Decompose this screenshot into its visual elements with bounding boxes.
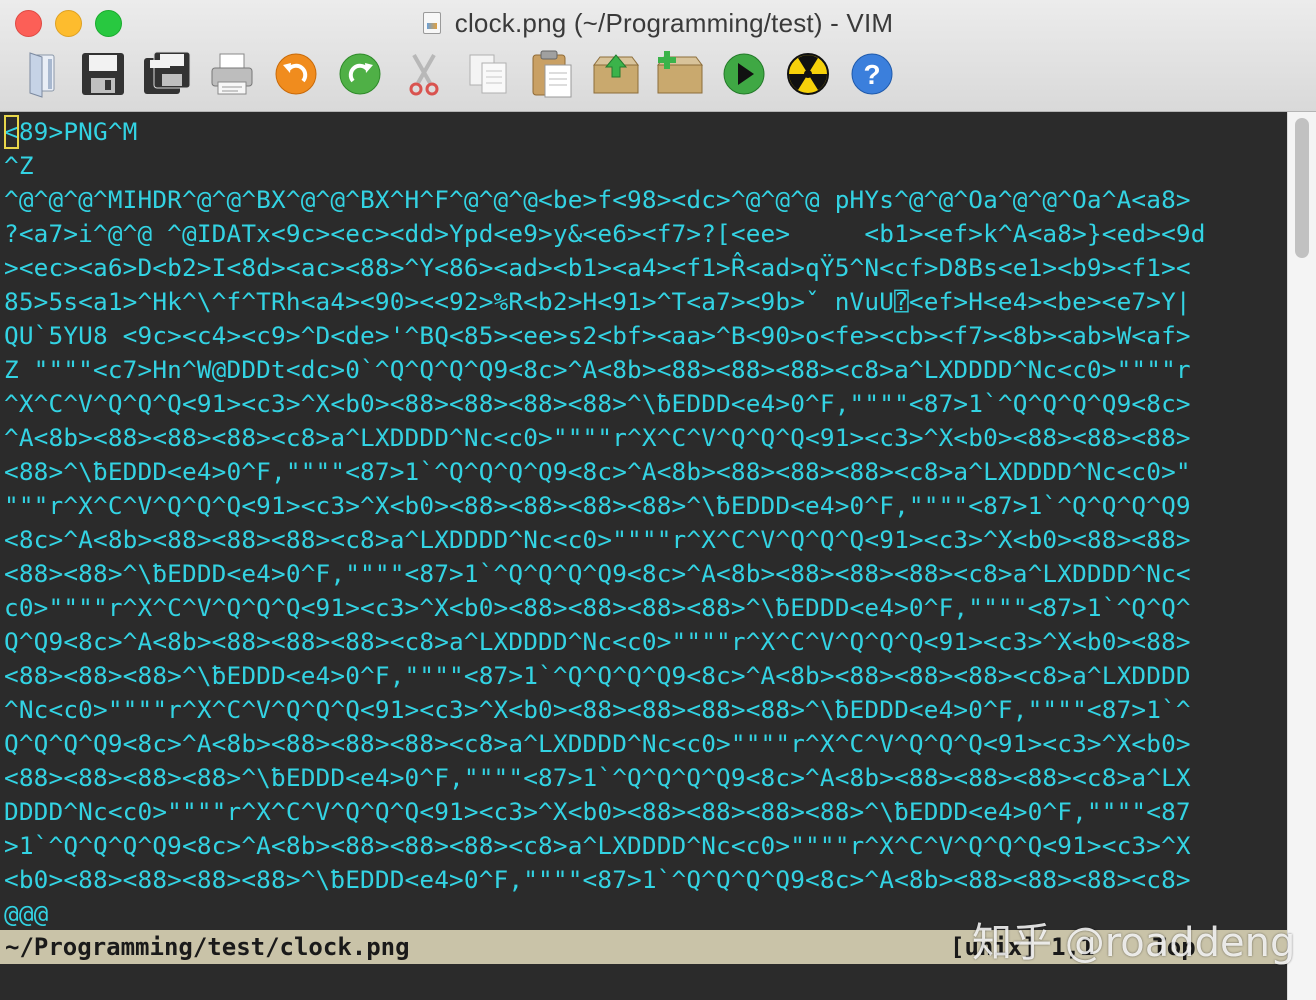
buffer-line: c0>""""r^X^C^V^Q^Q^Q<91><c3>^X<b0><88><8… [4,593,1191,622]
cut-icon [409,54,439,96]
redo-icon [339,53,381,95]
document-proxy-icon[interactable] [422,12,441,34]
buffer-lines: <89>PNG^M ^Z ^@^@^@^MIHDR^@^@^BX^@^@^BX^H^… [4,115,1287,931]
copy-icon [469,54,507,94]
redo-button[interactable] [335,46,385,102]
buffer-line: <88>^\ƀEDDD<e4>0^F,""""<87>1`^Q^Q^Q^Q9<8… [4,457,1191,486]
buffer-line: Z """"<c7>Hn^W@DDDt<dc>0`^Q^Q^Q^Q9<8c>^A… [4,355,1191,384]
open-button[interactable] [20,46,70,102]
save-all-button[interactable] [142,46,192,102]
save-button[interactable] [78,46,128,102]
paste-button[interactable] [527,46,577,102]
buffer-line: <89>PNG^M [4,115,1287,149]
help-button[interactable]: ? [847,46,897,102]
copy-button[interactable] [463,46,513,102]
undo-button[interactable] [271,46,321,102]
make-icon [787,53,829,95]
buffer-line: <b0><88><88><88><88>^\ƀEDDD<e4>0^F,""""<… [4,865,1191,894]
load-session-button[interactable] [591,46,641,102]
buffer-line: <88><88><88><88>^\ƀEDDD<e4>0^F,""""<87>1… [4,763,1191,792]
buffer-line: """r^X^C^V^Q^Q^Q<91><c3>^X<b0><88><88><8… [4,491,1191,520]
undo-icon [275,53,317,95]
save-session-icon [657,51,703,94]
command-line[interactable] [0,964,1287,1000]
scrollbar-thumb[interactable] [1295,118,1309,258]
buffer-line: ^X^C^V^Q^Q^Q<91><c3>^X<b0><88><88><88><8… [4,389,1191,418]
load-session-icon [593,54,639,94]
svg-text:?: ? [863,59,880,90]
print-icon [211,53,253,95]
buffer-line: <88><88><88>^\ƀEDDD<e4>0^F,""""<87>1`^Q^… [4,661,1191,690]
vim-window: clock.png (~/Programming/test) - VIM ? <… [0,0,1316,1000]
make-button[interactable] [783,46,833,102]
title-bar: clock.png (~/Programming/test) - VIM ? [0,0,1316,112]
save-session-button[interactable] [655,46,705,102]
window-title-area: clock.png (~/Programming/test) - VIM [0,5,1316,41]
status-filename: ~/Programming/test/clock.png [5,933,410,961]
cut-button[interactable] [399,46,449,102]
buffer-line: ><ec><a6>D<b2>I<8d><ac><88>^Y<86><ad><b1… [4,253,1191,282]
buffer-line: <8c>^A<8b><88><88><88><c8>a^LXDDDD^Nc<c0… [4,525,1191,554]
toolbar: ? [0,46,1316,106]
buffer-line: QU`5YU8 <9c><c4><c9>^D<de>'^BQ<85><ee>s2… [4,321,1191,350]
buffer-line-text: 89>PNG^M [18,117,138,146]
run-script-icon [723,53,765,95]
open-icon [29,52,55,98]
buffer-line: 85>5s<a1>^Hk^\^f^TRh<a4><90><<92>%R<b2>H… [4,287,1191,316]
watermark: 知乎 @roaddeng [972,920,1296,966]
buffer-line: >1`^Q^Q^Q^Q9<8c>^A<8b><88><88><88><c8>a^… [4,831,1191,860]
print-button[interactable] [207,46,257,102]
text-cursor: < [4,115,19,149]
run-script-button[interactable] [719,46,769,102]
buffer-line: <88><88>^\ƀEDDD<e4>0^F,""""<87>1`^Q^Q^Q^… [4,559,1191,588]
help-icon: ? [851,53,893,95]
paste-icon [532,50,572,98]
save-icon [82,53,124,95]
buffer-line: ^@^@^@^MIHDR^@^@^BX^@^@^BX^H^F^@^@^@<be>… [4,185,1191,214]
buffer-line: Q^Q^Q^Q9<8c>^A<8b><88><88><88><c8>a^LXDD… [4,729,1191,758]
editor-text-area[interactable]: <89>PNG^M ^Z ^@^@^@^MIHDR^@^@^BX^@^@^BX^H^… [0,112,1287,1000]
buffer-line: ?<a7>i^@^@ ^@IDATx<9c><ec><dd>Ypd<e9>y&<… [4,219,1206,248]
buffer-line: ^Nc<c0>""""r^X^C^V^Q^Q^Q<91><c3>^X<b0><8… [4,695,1191,724]
buffer-line: ^Z [4,151,34,180]
buffer-line: Q^Q9<8c>^A<8b><88><88><88><c8>a^LXDDDD^N… [4,627,1191,656]
buffer-line: ^A<8b><88><88><88><c8>a^LXDDDD^Nc<c0>"""… [4,423,1191,452]
window-title: clock.png (~/Programming/test) - VIM [454,7,894,38]
save-all-icon [144,51,191,94]
buffer-line: DDDD^Nc<c0>""""r^X^C^V^Q^Q^Q<91><c3>^X<b… [4,797,1191,826]
vertical-scrollbar[interactable] [1287,112,1316,1000]
